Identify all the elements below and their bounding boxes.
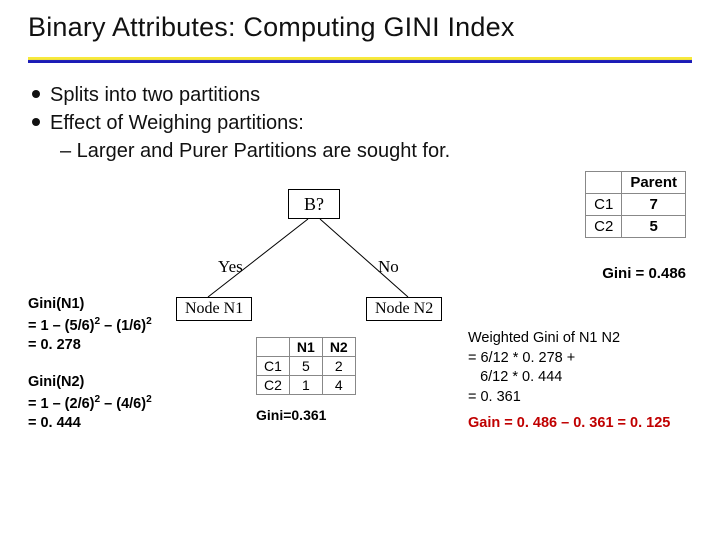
nt-r1c1: 5	[289, 357, 322, 376]
sub-bullet: – Larger and Purer Partitions are sought…	[60, 137, 692, 165]
parent-r1c1: C1	[586, 194, 622, 216]
bullet-1-text: Splits into two partitions	[50, 81, 260, 109]
node-n1: Node N1	[176, 297, 252, 321]
gini-n2-line3: = 0. 444	[28, 414, 152, 434]
parent-gini: Gini = 0.486	[602, 265, 686, 282]
gain-text: Gain = 0. 486 – 0. 361 = 0. 125	[468, 415, 670, 431]
bullet-dot-icon	[32, 118, 40, 126]
parent-head: Parent	[622, 172, 686, 194]
nt-r1c0: C1	[257, 357, 290, 376]
nt-h2: N2	[322, 338, 355, 357]
parent-table: Parent C17 C25	[585, 171, 686, 238]
parent-r1c2: 7	[622, 194, 686, 216]
bullet-1: Splits into two partitions	[32, 81, 692, 109]
edge-yes-label: Yes	[218, 257, 243, 277]
tree-root-node: B?	[288, 189, 340, 219]
bullet-list: Splits into two partitions Effect of Wei…	[32, 81, 692, 165]
nt-r2c1: 1	[289, 376, 322, 395]
weighted-gini-calc: Weighted Gini of N1 N2 = 6/12 * 0. 278 +…	[468, 329, 620, 407]
node-gini: Gini=0.361	[256, 407, 326, 423]
edge-no-label: No	[378, 257, 399, 277]
nt-r2c2: 4	[322, 376, 355, 395]
bullet-dot-icon	[32, 90, 40, 98]
gini-n1-line3: = 0. 278	[28, 336, 152, 356]
gini-n1-calc: Gini(N1) = 1 – (5/6)2 – (1/6)2 = 0. 278	[28, 295, 152, 356]
parent-r2c2: 5	[622, 216, 686, 238]
weighted-l1: Weighted Gini of N1 N2	[468, 329, 620, 349]
slide-title: Binary Attributes: Computing GINI Index	[28, 12, 692, 43]
gini-n2-line1: Gini(N2)	[28, 373, 152, 393]
nt-h1: N1	[289, 338, 322, 357]
parent-r2c1: C2	[586, 216, 622, 238]
node-n2: Node N2	[366, 297, 442, 321]
gini-n2-line2: = 1 – (2/6)2 – (4/6)2	[28, 393, 152, 414]
bullet-2-text: Effect of Weighing partitions:	[50, 109, 304, 137]
gini-n1-line2: = 1 – (5/6)2 – (1/6)2	[28, 315, 152, 336]
weighted-l3: 6/12 * 0. 444	[468, 368, 620, 388]
divider	[28, 57, 692, 63]
weighted-l2: = 6/12 * 0. 278 +	[468, 349, 620, 369]
gini-n1-line1: Gini(N1)	[28, 295, 152, 315]
weighted-l4: = 0. 361	[468, 388, 620, 408]
node-table: N1N2 C152 C214	[256, 337, 356, 395]
nt-r1c2: 2	[322, 357, 355, 376]
bullet-2: Effect of Weighing partitions:	[32, 109, 692, 137]
gini-n2-calc: Gini(N2) = 1 – (2/6)2 – (4/6)2 = 0. 444	[28, 373, 152, 434]
nt-r2c0: C2	[257, 376, 290, 395]
